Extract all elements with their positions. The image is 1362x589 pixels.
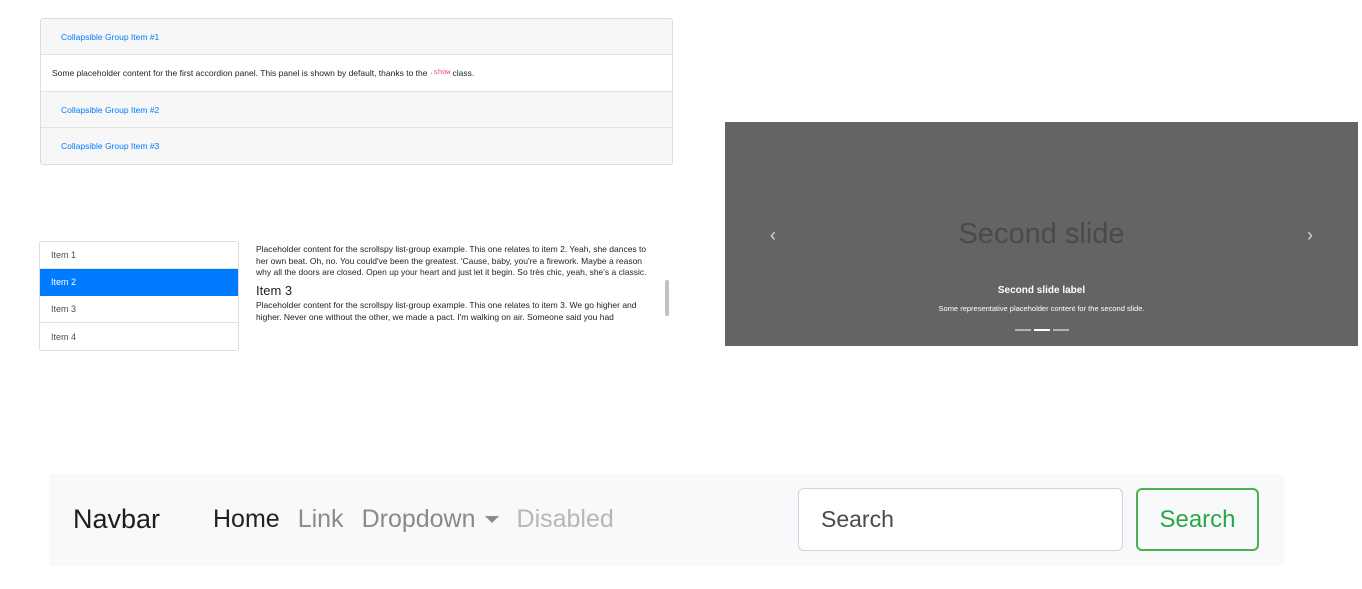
scrollspy-list-group: Item 1 Item 2 Item 3 Item 4 xyxy=(39,241,239,351)
nav-link-disabled: Disabled xyxy=(516,505,614,533)
scrollspy-paragraph-item-2: Placeholder content for the scrollspy li… xyxy=(256,244,647,277)
carousel-prev-icon[interactable]: ‹ xyxy=(758,220,788,250)
accordion-toggle-3[interactable]: Collapsible Group Item #3 xyxy=(61,141,159,151)
nav-dropdown-toggle[interactable]: Dropdown xyxy=(362,505,499,534)
carousel-indicator-3[interactable] xyxy=(1052,329,1069,331)
accordion-header-1[interactable]: Collapsible Group Item #1 xyxy=(41,19,672,55)
carousel-caption-text: Some representative placeholder content … xyxy=(938,304,1145,313)
search-button[interactable]: Search xyxy=(1136,488,1259,551)
carousel-indicators xyxy=(725,329,1358,331)
navbar-brand[interactable]: Navbar xyxy=(73,504,160,535)
accordion-body-code: .show xyxy=(429,69,451,77)
nav-dropdown-label: Dropdown xyxy=(361,505,476,533)
carousel-caption-title: Second slide label xyxy=(997,285,1086,296)
accordion-toggle-1[interactable]: Collapsible Group Item #1 xyxy=(61,32,159,42)
caret-down-icon xyxy=(484,516,499,523)
carousel-indicator-1[interactable] xyxy=(1014,329,1031,331)
navbar-nav: Home Link Dropdown Disabled xyxy=(213,505,632,534)
accordion-toggle-2[interactable]: Collapsible Group Item #2 xyxy=(61,105,159,115)
accordion-body-1: Some placeholder content for the first a… xyxy=(41,55,672,92)
carousel: Second slide ‹ › Second slide label Some… xyxy=(725,122,1358,346)
accordion-body-text-end: class. xyxy=(452,68,475,78)
accordion-header-2[interactable]: Collapsible Group Item #2 xyxy=(41,92,672,128)
scrollspy-heading-item-3: Item 3 xyxy=(256,282,293,298)
search-input[interactable] xyxy=(798,488,1123,551)
list-group-item-2[interactable]: Item 2 xyxy=(40,269,238,296)
accordion: Collapsible Group Item #1 Some placehold… xyxy=(40,18,673,165)
navbar: Navbar Home Link Dropdown Disabled Searc… xyxy=(49,474,1284,566)
list-group-item-4[interactable]: Item 4 xyxy=(40,323,238,350)
accordion-header-3[interactable]: Collapsible Group Item #3 xyxy=(41,128,672,164)
list-group-item-3[interactable]: Item 3 xyxy=(40,296,238,323)
carousel-next-icon[interactable]: › xyxy=(1295,220,1325,250)
nav-link-link[interactable]: Link xyxy=(298,505,344,534)
scrollspy-paragraph-item-3: Placeholder content for the scrollspy li… xyxy=(256,300,637,322)
scrollspy-scrollbar[interactable] xyxy=(665,280,669,316)
carousel-slide-title: Second slide xyxy=(958,218,1125,250)
carousel-indicator-2[interactable] xyxy=(1033,329,1050,331)
list-group-item-1[interactable]: Item 1 xyxy=(40,242,238,269)
scrollspy-content[interactable]: Placeholder content for the scrollspy li… xyxy=(256,244,671,364)
accordion-body-text: Some placeholder content for the first a… xyxy=(52,68,428,78)
nav-link-home[interactable]: Home xyxy=(213,505,280,534)
